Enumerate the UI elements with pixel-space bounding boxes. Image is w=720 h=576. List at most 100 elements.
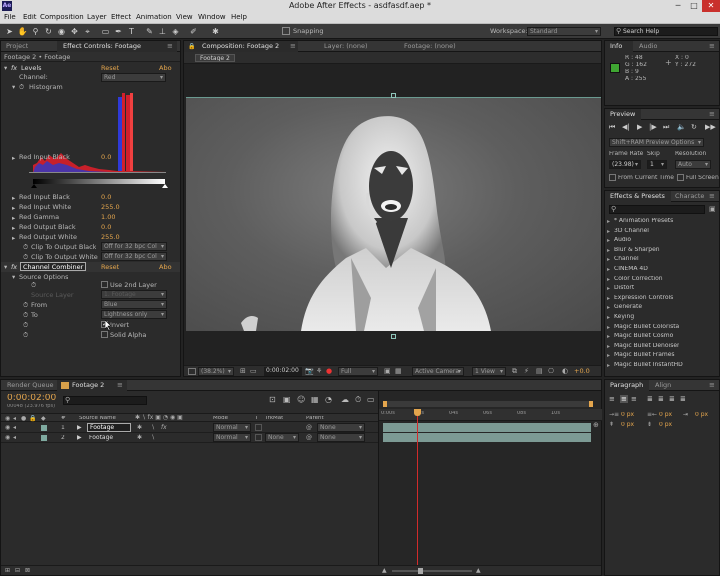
disclosure-triangle-icon[interactable]: ▸: [607, 314, 610, 321]
menu-view[interactable]: View: [176, 14, 193, 21]
timeline-icon[interactable]: ▤: [536, 367, 543, 375]
lock-icon[interactable]: 🔒: [29, 415, 36, 422]
from-current-checkbox[interactable]: [609, 174, 616, 181]
clip-black-select[interactable]: Off for 32 bpc Col: [101, 242, 167, 251]
menu-file[interactable]: File: [4, 14, 16, 21]
justify-center-icon[interactable]: ≣: [658, 395, 664, 403]
disclosure-triangle-icon[interactable]: ▸: [607, 362, 610, 369]
preview-mode-select[interactable]: Shift+RAM Preview Options: [609, 138, 704, 147]
zoom-in-icon[interactable]: ▲: [476, 567, 481, 574]
disclosure-triangle-icon[interactable]: ▸: [12, 234, 15, 242]
align-center-icon[interactable]: ≡: [620, 395, 628, 403]
space-after-field[interactable]: 0 px: [659, 422, 672, 428]
clone-stamp-tool-icon[interactable]: ⊥: [157, 26, 168, 37]
pick-whip-icon[interactable]: @: [306, 424, 312, 431]
clip-white-select[interactable]: Off for 32 bpc Col: [101, 252, 167, 261]
expand-stretch-icon[interactable]: ⊠: [25, 567, 30, 574]
fx-icon[interactable]: fx: [11, 65, 17, 72]
timeline-track-area[interactable]: 0:00s 02s 04s 06s 08s 10s ⊕: [378, 391, 602, 575]
space-before-field[interactable]: 0 px: [621, 422, 634, 428]
channel-select[interactable]: Red: [101, 73, 166, 82]
output-black-handle[interactable]: [31, 184, 37, 188]
show-channel-icon[interactable]: ●: [326, 367, 332, 375]
mode-select[interactable]: Normal: [213, 423, 251, 432]
expand-modes-icon[interactable]: ⊟: [15, 567, 20, 574]
pick-whip-icon[interactable]: @: [306, 434, 312, 441]
list-item[interactable]: ▸ Color Correction: [607, 275, 717, 284]
motion-blur-icon[interactable]: ◔: [325, 395, 332, 404]
reset-exposure-icon[interactable]: ◐: [562, 367, 568, 375]
list-item[interactable]: ▸ 3D Channel: [607, 227, 717, 236]
frame-rate-select[interactable]: (23.98): [609, 160, 641, 169]
tab-effects-presets[interactable]: Effects & Presets: [610, 193, 665, 200]
stopwatch-icon[interactable]: ⏱: [23, 254, 28, 261]
play-icon[interactable]: ▶: [637, 123, 642, 131]
quality-switch-icon[interactable]: ∖: [151, 434, 155, 441]
minimize-button[interactable]: ─: [670, 0, 686, 12]
param-value[interactable]: 0.0: [101, 154, 111, 161]
disclosure-triangle-icon[interactable]: ▸: [607, 218, 610, 225]
tab-character[interactable]: Characte: [675, 193, 704, 200]
collapse-switch-icon[interactable]: ✱: [137, 424, 142, 431]
camera-tool-icon[interactable]: ◉: [56, 26, 67, 37]
disclosure-triangle-icon[interactable]: ▸: [607, 333, 610, 340]
resolution-select[interactable]: Auto: [675, 160, 711, 169]
switches-icon[interactable]: ✱ ∖ fx ▣ ◔ ◉ ▣: [135, 414, 183, 421]
parent-select[interactable]: None: [317, 423, 365, 432]
fx-icon[interactable]: fx: [11, 264, 17, 271]
speaker-icon[interactable]: ◂: [13, 434, 16, 441]
time-ruler[interactable]: 0:00s 02s 04s 06s 08s 10s: [379, 409, 602, 421]
menu-effect[interactable]: Effect: [111, 14, 131, 21]
disclosure-triangle-icon[interactable]: ▸: [607, 285, 610, 292]
trkmat-select[interactable]: None: [265, 433, 299, 442]
bounding-handle[interactable]: [391, 93, 396, 98]
tab-info[interactable]: Info: [610, 43, 622, 50]
disclosure-triangle-icon[interactable]: ▸: [607, 276, 610, 283]
indent-first-line-field[interactable]: 0 px: [695, 412, 708, 418]
disclosure-triangle-icon[interactable]: ▸: [12, 214, 15, 222]
disclosure-triangle-icon[interactable]: ▸: [607, 304, 610, 311]
tab-footage-2[interactable]: Footage 2: [72, 382, 104, 389]
last-frame-icon[interactable]: ⏭: [663, 123, 669, 132]
disclosure-triangle-icon[interactable]: ▸: [607, 343, 610, 350]
parent-select[interactable]: None: [317, 433, 365, 442]
menu-composition[interactable]: Composition: [40, 14, 84, 21]
speaker-icon[interactable]: ◂: [13, 415, 16, 422]
channel-combiner-about-button[interactable]: Abo: [159, 264, 172, 271]
list-item[interactable]: ▸ Expression Controls: [607, 294, 717, 303]
view-layout-select[interactable]: 1 View: [472, 367, 506, 376]
label-icon[interactable]: ◆: [41, 415, 46, 422]
list-item[interactable]: ▸ Generate: [607, 303, 717, 312]
column-parent[interactable]: Parent: [306, 416, 324, 422]
eye-icon[interactable]: ◉: [5, 415, 10, 422]
first-frame-icon[interactable]: ⏮: [609, 123, 615, 132]
effects-search-input[interactable]: [609, 205, 705, 214]
solid-alpha-checkbox[interactable]: [101, 331, 108, 338]
list-item[interactable]: ▸ Distort: [607, 284, 717, 293]
stopwatch-icon[interactable]: ⏱: [23, 244, 28, 251]
roto-brush-tool-icon[interactable]: ✐: [188, 26, 199, 37]
previous-frame-icon[interactable]: ◀|: [622, 123, 630, 131]
transparency-grid-icon[interactable]: ▦: [395, 367, 402, 375]
tab-effect-controls[interactable]: Effect Controls: Footage: [63, 43, 141, 50]
disclosure-triangle-icon[interactable]: ▸: [607, 352, 610, 359]
layer-name[interactable]: Footage: [89, 435, 113, 441]
disclosure-triangle-icon[interactable]: ▸: [607, 324, 610, 331]
column-t[interactable]: T: [255, 416, 258, 422]
tab-paragraph[interactable]: Paragraph: [610, 382, 643, 389]
mode-select[interactable]: Normal: [213, 433, 251, 442]
disclosure-triangle-icon[interactable]: ▸: [12, 204, 15, 212]
auto-keyframe-icon[interactable]: ⏱: [355, 395, 361, 405]
tab-render-queue[interactable]: Render Queue: [7, 382, 54, 389]
list-item[interactable]: ▸ Magic Bullet Colorista: [607, 323, 717, 332]
effect-switch-icon[interactable]: fx: [161, 424, 167, 431]
tab-align[interactable]: Align: [655, 382, 671, 389]
channel-combiner-reset-button[interactable]: Reset: [101, 264, 119, 271]
histogram-disclosure-icon[interactable]: ▾: [12, 84, 15, 91]
quality-switch-icon[interactable]: ∖: [151, 424, 155, 431]
preserve-transparency-checkbox[interactable]: [255, 434, 262, 441]
align-right-icon[interactable]: ≡: [631, 395, 637, 403]
label-color-swatch[interactable]: [41, 425, 47, 431]
current-time-display[interactable]: 0:00:02:00: [7, 394, 56, 403]
align-left-icon[interactable]: ≡: [609, 395, 615, 403]
